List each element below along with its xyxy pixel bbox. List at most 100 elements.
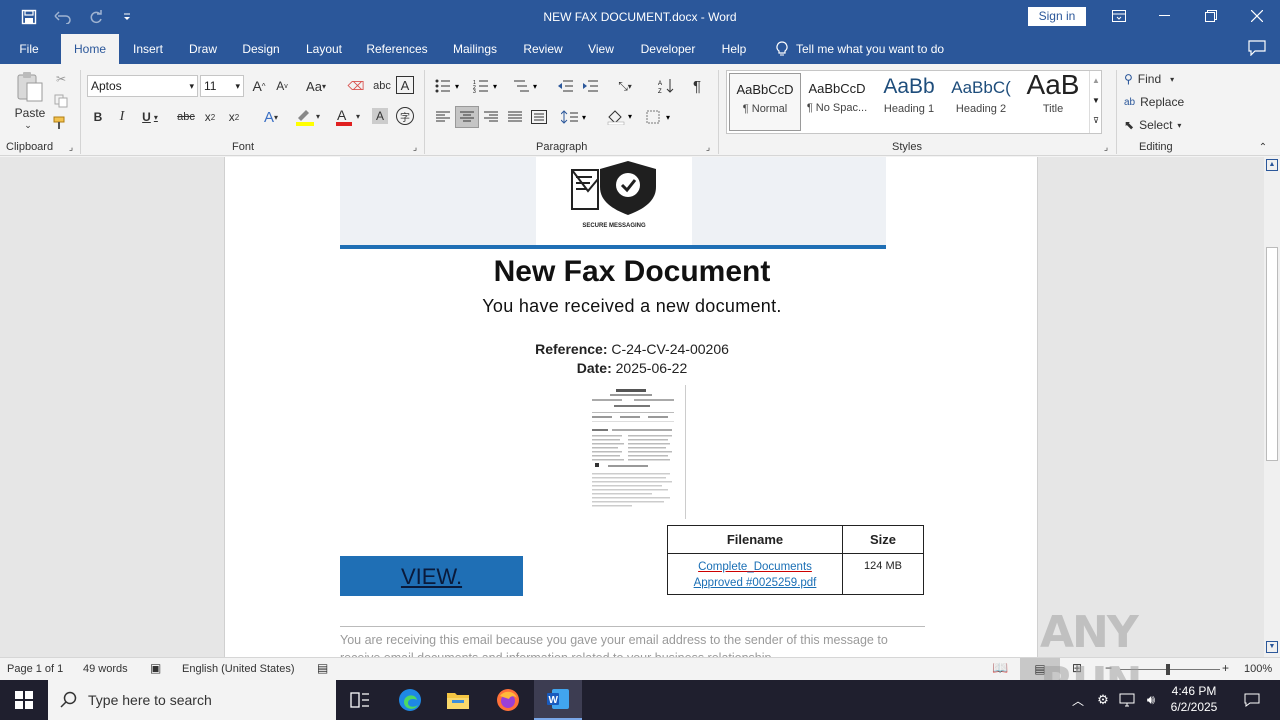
sort-icon[interactable]: AZ: [656, 76, 676, 96]
more-styles-icon[interactable]: ⊽: [1090, 111, 1102, 131]
align-center-icon[interactable]: [455, 106, 479, 128]
filename-line-2[interactable]: Approved #0025259.pdf: [694, 577, 817, 589]
tab-view[interactable]: View: [582, 34, 620, 64]
distributed-icon[interactable]: [530, 107, 548, 127]
tab-help[interactable]: Help: [714, 34, 754, 64]
asian-layout-icon[interactable]: ⤡ ▾: [610, 76, 640, 96]
decrease-indent-icon[interactable]: [555, 76, 575, 96]
tell-me-search[interactable]: Tell me what you want to do: [776, 41, 944, 57]
multilevel-list-icon[interactable]: ▾: [512, 76, 542, 96]
paragraph-launcher-icon[interactable]: ⌟: [703, 142, 713, 152]
show-formatting-marks-icon[interactable]: ¶: [688, 76, 706, 96]
tab-layout[interactable]: Layout: [298, 34, 350, 64]
increase-indent-icon[interactable]: [580, 76, 600, 96]
zoom-slider-thumb[interactable]: [1166, 664, 1170, 675]
zoom-slider[interactable]: [1120, 669, 1220, 670]
taskbar-search[interactable]: Type here to search: [48, 680, 336, 720]
underline-icon[interactable]: U ▾: [138, 107, 162, 127]
tab-draw[interactable]: Draw: [182, 34, 224, 64]
justify-icon[interactable]: [506, 107, 524, 127]
close-icon[interactable]: [1234, 0, 1280, 32]
comments-icon[interactable]: [1248, 40, 1266, 59]
grow-font-icon[interactable]: A ^: [250, 76, 268, 96]
save-icon[interactable]: [19, 8, 39, 26]
copy-icon[interactable]: [52, 92, 70, 110]
tab-developer[interactable]: Developer: [634, 34, 702, 64]
tab-home[interactable]: Home: [61, 34, 119, 64]
line-spacing-icon[interactable]: ▾: [560, 107, 590, 127]
document-page[interactable]: SECURE MESSAGING New Fax Document You ha…: [224, 157, 1038, 657]
proofing-icon[interactable]: ▣: [150, 661, 161, 675]
font-size-select[interactable]: 11 ▾: [200, 75, 244, 97]
windows-start-icon[interactable]: [0, 680, 48, 720]
find-button[interactable]: ⚲ Find ▾: [1124, 69, 1194, 89]
borders-icon[interactable]: ▾: [644, 107, 678, 127]
minimize-icon[interactable]: [1142, 0, 1188, 32]
file-link[interactable]: Complete_Documents Approved #0025259.pdf: [667, 553, 843, 595]
style-title[interactable]: AaB Title: [1017, 69, 1089, 127]
tab-review[interactable]: Review: [518, 34, 568, 64]
paste-icon[interactable]: [14, 70, 46, 104]
clear-formatting-icon[interactable]: ⌫: [346, 76, 366, 96]
undo-icon[interactable]: [50, 8, 76, 26]
bold-icon[interactable]: B: [90, 107, 106, 127]
bullets-icon[interactable]: ▾: [434, 76, 464, 96]
enclose-characters-icon[interactable]: 字: [396, 107, 414, 125]
customize-quick-access-icon[interactable]: [117, 8, 137, 26]
font-color-icon[interactable]: A ▾: [332, 107, 366, 127]
web-layout-icon[interactable]: ⊞: [1072, 661, 1082, 675]
styles-scroll[interactable]: ▲ ▼ ⊽: [1089, 71, 1102, 133]
network-icon[interactable]: [1116, 680, 1138, 720]
ribbon-display-options-icon[interactable]: [1096, 0, 1142, 32]
word-count[interactable]: 49 words: [83, 663, 128, 675]
chevron-up-icon[interactable]: ▲: [1090, 71, 1102, 91]
view-button[interactable]: VIEW.: [340, 556, 523, 596]
character-border-icon[interactable]: A: [396, 76, 414, 94]
tab-references[interactable]: References: [362, 34, 432, 64]
font-family-select[interactable]: Aptos ▾: [87, 75, 198, 97]
numbering-icon[interactable]: 1 2 3 ▾: [472, 76, 502, 96]
page-count[interactable]: Page 1 of 1: [7, 663, 63, 675]
scroll-up-icon[interactable]: ▲: [1266, 159, 1278, 171]
chevron-down-icon[interactable]: ▼: [1090, 91, 1102, 111]
style-normal[interactable]: AaBbCcD ¶ Normal: [729, 73, 801, 131]
style-heading-1[interactable]: AaBb Heading 1: [873, 73, 945, 127]
character-shading-icon[interactable]: A: [372, 108, 388, 124]
restore-icon[interactable]: [1188, 0, 1234, 32]
zoom-in-icon[interactable]: +: [1222, 661, 1229, 675]
styles-launcher-icon[interactable]: ⌟: [1101, 142, 1111, 152]
print-layout-icon[interactable]: ▤: [1020, 658, 1060, 680]
network-drive-icon[interactable]: ⚙: [1092, 680, 1114, 720]
highlight-color-icon[interactable]: ▾: [292, 107, 326, 127]
font-launcher-icon[interactable]: ⌟: [410, 142, 420, 152]
task-view-icon[interactable]: [336, 680, 384, 720]
vertical-scrollbar[interactable]: ▲ ▼: [1264, 157, 1280, 657]
scroll-thumb[interactable]: [1266, 247, 1278, 461]
system-clock[interactable]: 4:46 PM 6/2/2025: [1164, 683, 1224, 715]
style-no-spacing[interactable]: AaBbCcD ¶ No Spac...: [801, 73, 873, 127]
edge-icon[interactable]: [386, 680, 434, 720]
select-button[interactable]: ⬉ Select ▾: [1124, 115, 1194, 135]
paste-dropdown-icon[interactable]: ⌄: [22, 120, 34, 130]
sign-in-button[interactable]: Sign in: [1028, 7, 1086, 26]
volume-icon[interactable]: 🔊︎: [1140, 680, 1162, 720]
accessibility-icon[interactable]: ▤: [317, 661, 328, 675]
cut-icon[interactable]: ✂: [52, 70, 70, 88]
phonetic-guide-icon[interactable]: abc: [372, 76, 392, 96]
file-explorer-icon[interactable]: [434, 680, 482, 720]
shading-icon[interactable]: ▾: [604, 107, 638, 127]
italic-icon[interactable]: I: [114, 107, 130, 127]
tab-mailings[interactable]: Mailings: [446, 34, 504, 64]
chevron-up-icon[interactable]: ︿: [1066, 680, 1090, 720]
firefox-icon[interactable]: [484, 680, 532, 720]
word-taskbar-icon[interactable]: W: [534, 680, 582, 720]
tab-design[interactable]: Design: [236, 34, 286, 64]
superscript-icon[interactable]: x2: [226, 107, 242, 127]
zoom-level[interactable]: 100%: [1244, 663, 1272, 675]
read-mode-icon[interactable]: 📖: [992, 660, 1008, 676]
language[interactable]: English (United States): [182, 663, 295, 675]
subscript-icon[interactable]: x2: [202, 107, 218, 127]
style-heading-2[interactable]: AaBbC( Heading 2: [945, 73, 1017, 127]
shrink-font-icon[interactable]: Av: [273, 76, 291, 96]
filename-line-1[interactable]: Complete_Documents: [698, 561, 812, 573]
